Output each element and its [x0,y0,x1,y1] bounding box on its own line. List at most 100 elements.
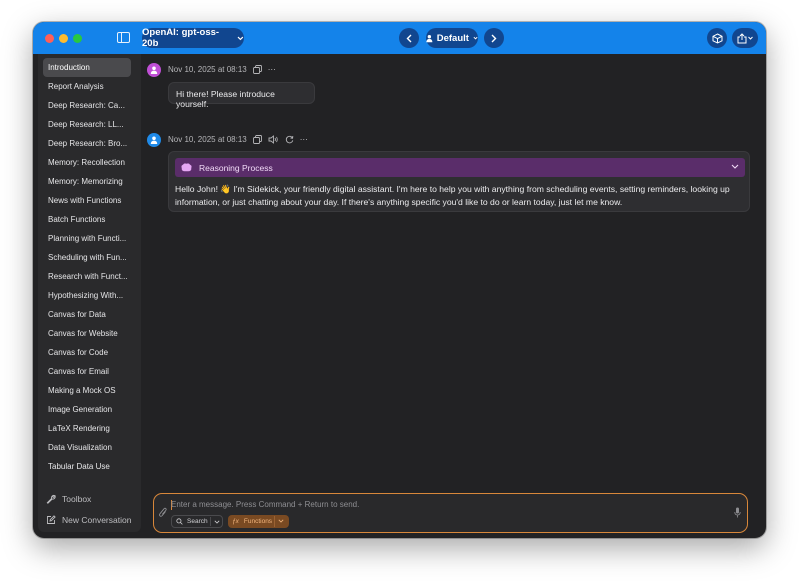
sidebar-item-label: Batch Functions [48,215,106,224]
sidebar-item-label: News with Functions [48,196,122,205]
functions-toggle[interactable]: ƒx Functions [228,515,289,528]
sidebar-item-research-with-functions[interactable]: Research with Funct... [43,267,131,286]
sidebar-item-canvas-for-email[interactable]: Canvas for Email [43,362,131,381]
copy-icon[interactable] [252,65,262,74]
brain-icon [181,163,192,172]
sidebar-item-hypothesizing-with[interactable]: Hypothesizing With... [43,286,131,305]
user-message-timestamp: Nov 10, 2025 at 08:13 [168,65,247,74]
sidebar-item-deep-research-bro[interactable]: Deep Research: Bro... [43,134,131,153]
sidebar-item-label: Memory: Recollection [48,158,125,167]
sidebar-item-deep-research-ca[interactable]: Deep Research: Ca... [43,96,131,115]
paperclip-icon[interactable] [159,507,167,518]
cube-button[interactable] [707,28,727,48]
sidebar-item-news-with-functions[interactable]: News with Functions [43,191,131,210]
close-window-button[interactable] [45,34,54,43]
user-message-text: Hi there! Please introduce yourself. [176,89,275,109]
sidebar-item-introduction[interactable]: Introduction [43,58,131,77]
sidebar-item-label: Planning with Functi... [48,234,127,243]
sidebar-item-label: Deep Research: Bro... [48,139,128,148]
profile-selector[interactable]: Default [426,28,478,48]
sidebar-item-label: Canvas for Email [48,367,109,376]
message-input[interactable] [171,500,711,509]
sidebar-item-label: Report Analysis [48,82,104,91]
back-button[interactable] [399,28,419,48]
assistant-message-bubble: Reasoning Process Hello John! 👋 I'm Side… [168,151,750,212]
chevron-down-icon [237,36,244,40]
function-icon: ƒx [232,518,239,525]
cube-icon [712,32,722,44]
speaker-icon[interactable] [268,135,279,144]
title-bar: OpenAI: gpt-oss-20b Default [33,22,766,54]
sidebar-item-canvas-for-code[interactable]: Canvas for Code [43,343,131,362]
chevron-down-icon [731,164,739,169]
chevron-down-icon[interactable] [214,520,220,524]
chevron-right-icon [491,34,497,42]
sidebar-item-label: Deep Research: Ca... [48,101,125,110]
chevron-left-icon [406,34,412,42]
chip-divider [210,517,211,526]
sidebar-item-label: Introduction [48,63,90,72]
user-message-meta: Nov 10, 2025 at 08:13 ⋯ [168,65,276,74]
search-label: Search [187,518,208,525]
sidebar-item-label: Research with Funct... [48,272,128,281]
sidebar-item-label: Image Generation [48,405,113,414]
sidebar-item-planning-with-functions[interactable]: Planning with Functi... [43,229,131,248]
chevron-down-icon [473,36,478,40]
person-icon [150,66,158,74]
sidebar: Introduction Report Analysis Deep Resear… [38,54,141,532]
minimize-window-button[interactable] [59,34,68,43]
assistant-message-text: Hello John! 👋 I'm Sidekick, your friendl… [175,184,730,207]
chat-area: Nov 10, 2025 at 08:13 ⋯ Hi there! Please… [141,54,766,538]
sidebar-item-label: Scheduling with Fun... [48,253,127,262]
sidebar-item-label: LaTeX Rendering [48,424,110,433]
assistant-message-timestamp: Nov 10, 2025 at 08:13 [168,135,247,144]
model-selector-label: OpenAI: gpt-oss-20b [142,27,220,49]
sidebar-item-label: Canvas for Data [48,310,106,319]
app-window: OpenAI: gpt-oss-20b Default Introduction… [33,22,766,538]
sidebar-item-memory-memorizing[interactable]: Memory: Memorizing [43,172,131,191]
compose-icon [47,515,56,524]
copy-icon[interactable] [252,135,262,144]
reasoning-process-toggle[interactable]: Reasoning Process [175,158,745,177]
sidebar-item-canvas-for-data[interactable]: Canvas for Data [43,305,131,324]
person-icon [426,34,433,42]
sidebar-item-memory-recollection[interactable]: Memory: Recollection [43,153,131,172]
share-icon [737,32,747,43]
sidebar-item-latex-rendering[interactable]: LaTeX Rendering [43,419,131,438]
regenerate-icon[interactable] [285,135,294,144]
chevron-down-icon [748,36,753,40]
user-avatar [147,63,161,77]
sidebar-item-data-visualization[interactable]: Data Visualization [43,438,131,457]
composer: Search ƒx Functions [153,493,748,533]
sidebar-item-making-a-mock-os[interactable]: Making a Mock OS [43,381,131,400]
profile-selector-label: Default [436,32,469,44]
more-options-icon[interactable]: ⋯ [300,135,308,144]
share-button[interactable] [732,28,758,48]
sidebar-item-canvas-for-website[interactable]: Canvas for Website [43,324,131,343]
sidebar-item-deep-research-ll[interactable]: Deep Research: LL... [43,115,131,134]
more-options-icon[interactable]: ⋯ [268,65,276,74]
search-toggle[interactable]: Search [171,515,223,528]
sidebar-item-scheduling-with-functions[interactable]: Scheduling with Fun... [43,248,131,267]
sidebar-item-report-analysis[interactable]: Report Analysis [43,77,131,96]
person-icon [150,136,158,144]
forward-button[interactable] [484,28,504,48]
sidebar-item-tabular-data-use[interactable]: Tabular Data Use [43,457,131,476]
chevron-down-icon[interactable] [278,519,284,523]
new-conversation-button[interactable]: New Conversation [46,512,131,528]
sidebar-item-label: Tabular Data Use [48,462,110,471]
microphone-icon[interactable] [734,507,741,518]
chip-divider [274,516,275,527]
sidebar-item-batch-functions[interactable]: Batch Functions [43,210,131,229]
new-conversation-label: New Conversation [62,515,132,525]
sidebar-item-label: Canvas for Website [48,329,118,338]
sidebar-item-label: Data Visualization [48,443,112,452]
wrench-icon [46,494,56,504]
sidebar-item-image-generation[interactable]: Image Generation [43,400,131,419]
toolbox-button[interactable]: Toolbox [46,491,91,507]
sidebar-toggle-icon[interactable] [117,32,130,43]
search-icon [176,518,183,525]
zoom-window-button[interactable] [73,34,82,43]
sidebar-item-label: Making a Mock OS [48,386,116,395]
model-selector[interactable]: OpenAI: gpt-oss-20b [142,27,244,49]
